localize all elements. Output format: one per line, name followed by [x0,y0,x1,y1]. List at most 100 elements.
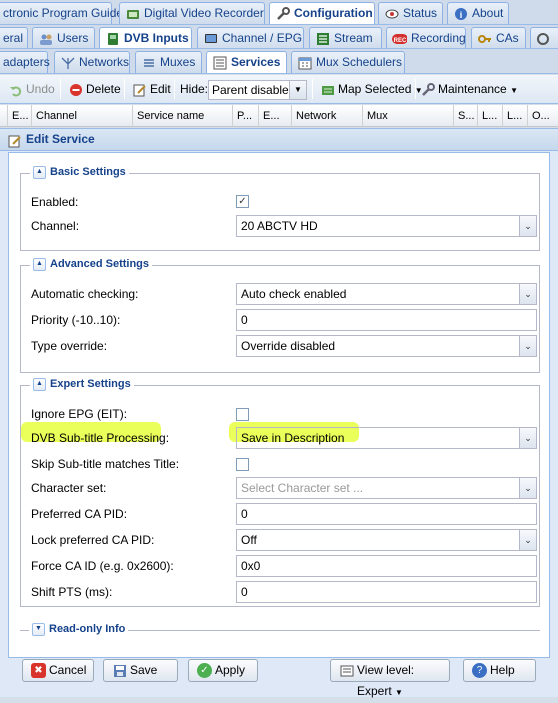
chevron-down-icon[interactable]: ⌄ [519,478,536,498]
hide-select[interactable]: Parent disabled ▼ [208,80,307,100]
tab-configuration[interactable]: Configuration [269,2,375,24]
column-header[interactable]: E... [259,105,292,127]
shift-pts-input[interactable]: 0 [236,581,537,603]
lock-ca-pid-select[interactable]: Off ⌄ [236,529,537,551]
expand-icon[interactable]: ▼ [32,622,45,636]
basic-settings-fieldset: ▲ Basic Settings Enabled: ✓ Channel: 20 … [20,165,540,251]
tab-channel-epg[interactable]: Channel / EPG [197,27,304,48]
tab-recording[interactable]: REC Recording [386,27,466,48]
maintenance-button[interactable]: Maintenance ▼ [420,80,518,98]
svg-text:i: i [459,10,462,20]
tab-general[interactable]: eral [0,27,28,48]
chevron-down-icon[interactable]: ⌄ [519,284,536,304]
map-selected-button[interactable]: Map Selected ▼ [320,80,423,98]
tab-dvr[interactable]: Digital Video Recorder [119,2,265,24]
tab-mux-schedulers[interactable]: Mux Schedulers [291,51,405,73]
stream-icon [315,31,330,46]
column-header[interactable]: P... [233,105,259,127]
collapse-icon[interactable]: ▲ [33,165,46,179]
type-override-select[interactable]: Override disabled ⌄ [236,335,537,357]
tab-stream[interactable]: Stream [309,27,382,48]
dvr-icon [125,6,140,21]
delete-icon [68,82,83,97]
tab-muxes[interactable]: Muxes [135,51,202,73]
advanced-settings-legend[interactable]: ▲ Advanced Settings [30,257,153,271]
services-icon [212,55,227,70]
subtitle-processing-select[interactable]: Save in Description ⌄ [236,427,537,449]
tab-about[interactable]: i About [447,2,509,24]
tv-icon [203,31,218,46]
column-header[interactable]: L... [503,105,528,127]
expert-settings-legend[interactable]: ▲ Expert Settings [30,377,134,391]
tab-adapters[interactable]: adapters [0,51,50,73]
toolbar-separator [415,79,416,99]
expert-settings-fieldset: ▲ Expert Settings Ignore EPG (EIT): DVB … [20,377,540,607]
collapse-icon[interactable]: ▲ [33,257,46,271]
save-button[interactable]: Save [103,659,178,682]
apply-button[interactable]: ✓ Apply [188,659,258,682]
toolbar-separator [60,79,61,99]
tab-more[interactable] [530,27,558,48]
basic-settings-legend[interactable]: ▲ Basic Settings [30,165,129,179]
view-level-button[interactable]: View level: Expert ▼ [330,659,450,698]
skip-subtitle-checkbox[interactable] [236,458,249,471]
help-button[interactable]: ? Help [463,659,536,682]
force-ca-id-input[interactable]: 0x0 [236,555,537,577]
dropdown-arrow-icon: ▼ [395,688,403,697]
mux-icon [141,55,156,70]
tab-dvb-inputs[interactable]: DVB Inputs [99,27,192,48]
enabled-label: Enabled: [31,195,79,209]
dialog-title-bar: Edit Service [0,129,558,151]
edit-icon [7,133,23,149]
chevron-down-icon[interactable]: ⌄ [519,216,536,236]
column-header[interactable]: L... [478,105,503,127]
settings-icon [535,31,550,46]
chevron-down-icon[interactable]: ⌄ [519,428,536,448]
undo-button[interactable]: Undo [8,80,55,98]
cancel-button[interactable]: ✖ Cancel [22,659,94,682]
readonly-info-legend[interactable]: ▼ Read-only Info [29,622,129,636]
tab-networks[interactable]: Networks [54,51,130,73]
column-header[interactable]: Channel [32,105,133,127]
channel-select[interactable]: 20 ABCTV HD ⌄ [236,215,537,237]
chevron-down-icon[interactable]: ⌄ [519,530,536,550]
column-header[interactable]: Service name [133,105,233,127]
column-header[interactable]: Mux [363,105,454,127]
main-tab-bar: ctronic Program Guide Digital Video Reco… [0,0,558,25]
tab-cas[interactable]: CAs [471,27,526,48]
tab-status[interactable]: Status [378,2,443,24]
column-header[interactable]: E... [8,105,32,127]
chevron-down-icon: ▼ [289,81,306,99]
charset-select[interactable]: Select Character set ... ⌄ [236,477,537,499]
ca-pid-input[interactable]: 0 [236,503,537,525]
collapse-icon[interactable]: ▲ [33,377,46,391]
chevron-down-icon[interactable]: ⌄ [519,336,536,356]
enabled-checkbox[interactable]: ✓ [236,195,249,208]
dialog-title: Edit Service [26,132,95,146]
auto-check-select[interactable]: Auto check enabled ⌄ [236,283,537,305]
priority-input[interactable]: 0 [236,309,537,331]
wrench-icon [420,82,435,97]
auto-check-label: Automatic checking: [31,287,139,301]
help-icon: ? [472,663,487,678]
dialog-form: ▲ Basic Settings Enabled: ✓ Channel: 20 … [8,152,550,658]
tab-services[interactable]: Services [206,51,287,73]
ignore-epg-checkbox[interactable] [236,408,249,421]
column-header[interactable]: S... [454,105,478,127]
tab-epg[interactable]: ctronic Program Guide [0,2,123,24]
tab-users[interactable]: Users [32,27,95,48]
ca-pid-label: Preferred CA PID: [31,507,128,521]
ignore-epg-label: Ignore EPG (EIT): [31,407,128,421]
edit-button[interactable]: Edit [132,80,171,98]
column-header[interactable]: O... [528,105,558,127]
dropdown-arrow-icon: ▼ [510,86,518,95]
toolbar-separator [174,79,175,99]
delete-button[interactable]: Delete [68,80,121,98]
priority-label: Priority (-10..10): [31,313,121,327]
column-header[interactable]: Network [292,105,363,127]
undo-icon [8,82,23,97]
save-icon [112,663,127,678]
key-icon [477,31,492,46]
config-tab-bar: eral Users DVB Inputs Channel / EPG Stre… [0,25,558,49]
toolbar-separator [312,79,313,99]
